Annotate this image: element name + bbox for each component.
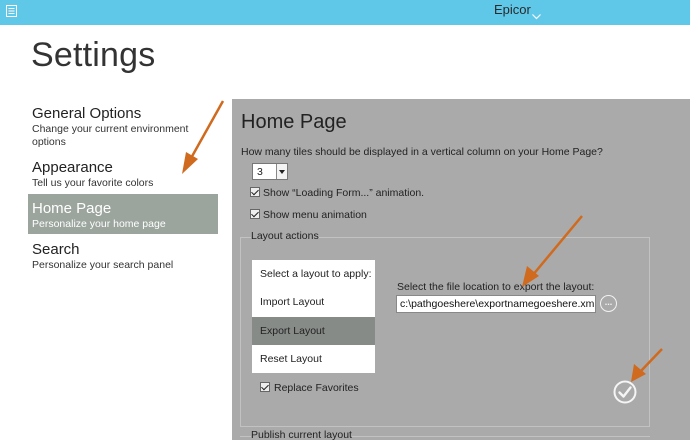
export-path-input[interactable]: c:\pathgoeshere\exportnamegoeshere.xml <box>396 295 596 313</box>
publish-layout-label: Publish current layout <box>251 429 352 440</box>
tiles-count-select[interactable]: 3 <box>252 163 288 180</box>
sidebar-item-appearance[interactable]: Appearance Tell us your favorite colors <box>28 159 218 190</box>
home-page-panel: Home Page How many tiles should be displ… <box>232 99 690 440</box>
settings-window: Epicor Settings General Options Change y… <box>0 0 690 440</box>
show-loading-label: Show “Loading Form...” animation. <box>263 187 425 199</box>
sidebar-item-title: Home Page <box>32 200 112 217</box>
show-menu-checkbox[interactable] <box>250 209 260 219</box>
sidebar-item-home-page[interactable]: Home Page Personalize your home page <box>28 194 218 234</box>
sidebar-item-desc: Personalize your home page <box>32 218 166 230</box>
sidebar-item-search[interactable]: Search Personalize your search panel <box>28 241 218 272</box>
sidebar-item-title: General Options <box>32 105 142 122</box>
app-icon <box>6 5 17 17</box>
browse-button[interactable]: ... <box>600 295 617 312</box>
sidebar-item-title: Search <box>32 241 80 258</box>
import-layout-item[interactable]: Import Layout <box>252 288 375 316</box>
sidebar-item-desc: Personalize your search panel <box>32 259 174 271</box>
export-layout-item[interactable]: Export Layout <box>252 317 375 345</box>
replace-favorites-checkbox[interactable] <box>260 382 270 392</box>
tiles-count-value: 3 <box>257 166 263 178</box>
checkmark-circle-icon[interactable] <box>613 380 637 404</box>
sidebar-item-title: Appearance <box>32 159 113 176</box>
export-location-label: Select the file location to export the l… <box>397 281 595 293</box>
page-title: Settings <box>31 36 156 74</box>
reset-layout-item[interactable]: Reset Layout <box>252 345 375 373</box>
sidebar-item-general-options[interactable]: General Options Change your current envi… <box>28 105 218 149</box>
show-loading-checkbox[interactable] <box>250 187 260 197</box>
layout-action-list: Select a layout to apply: Import Layout … <box>252 260 375 373</box>
sidebar-item-desc: Tell us your favorite colors <box>32 177 154 189</box>
layout-list-header: Select a layout to apply: <box>260 268 372 280</box>
app-title: Epicor <box>494 2 531 17</box>
dropdown-arrow-icon[interactable] <box>276 164 287 179</box>
show-menu-label: Show menu animation <box>263 209 367 221</box>
panel-title: Home Page <box>241 111 347 133</box>
sidebar-item-desc: Change your current environment options <box>32 123 189 148</box>
layout-actions-label: Layout actions <box>251 230 319 242</box>
replace-favorites-label: Replace Favorites <box>274 382 359 394</box>
title-bar: Epicor <box>0 0 690 25</box>
chevron-down-icon[interactable] <box>532 14 541 20</box>
tiles-question: How many tiles should be displayed in a … <box>241 146 603 158</box>
